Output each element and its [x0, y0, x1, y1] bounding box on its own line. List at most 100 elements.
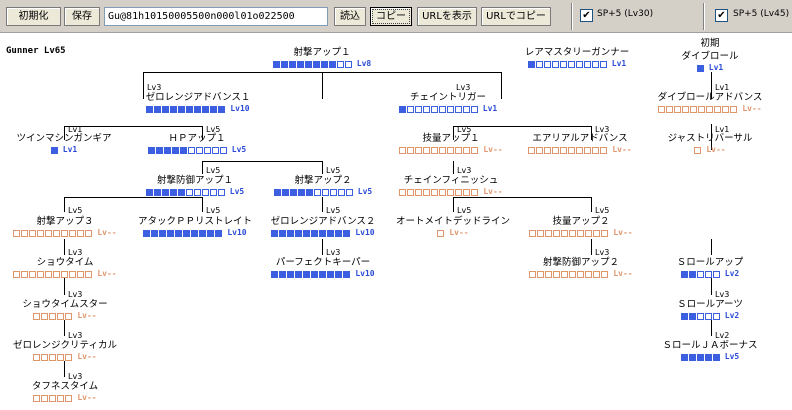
- level-square[interactable]: [431, 188, 439, 196]
- level-square[interactable]: [329, 188, 337, 196]
- level-square[interactable]: [219, 146, 227, 154]
- level-square[interactable]: [320, 60, 328, 68]
- level-square[interactable]: [203, 146, 211, 154]
- skill-level-bar[interactable]: Lv--: [386, 187, 516, 197]
- level-square[interactable]: [688, 270, 696, 278]
- level-square[interactable]: [439, 146, 447, 154]
- skill-level-bar[interactable]: Lv8: [262, 59, 382, 69]
- level-square[interactable]: [287, 229, 295, 237]
- level-square[interactable]: [65, 394, 73, 402]
- level-square[interactable]: [714, 105, 722, 113]
- level-square[interactable]: [145, 188, 153, 196]
- level-square[interactable]: [696, 312, 704, 320]
- level-square[interactable]: [29, 270, 37, 278]
- skill-level-bar[interactable]: Lv--: [0, 269, 130, 279]
- level-square[interactable]: [53, 229, 61, 237]
- level-square[interactable]: [415, 146, 423, 154]
- skill-dive-roll[interactable]: 初期 ダイブロール Lv1: [665, 37, 755, 73]
- level-square[interactable]: [593, 270, 601, 278]
- level-square[interactable]: [162, 105, 170, 113]
- level-square[interactable]: [193, 188, 201, 196]
- level-square[interactable]: [33, 394, 41, 402]
- skill-level-bar[interactable]: Lv--: [0, 352, 130, 362]
- level-square[interactable]: [171, 146, 179, 154]
- level-square[interactable]: [430, 105, 438, 113]
- level-square[interactable]: [437, 229, 445, 237]
- level-square[interactable]: [344, 60, 352, 68]
- level-square[interactable]: [682, 105, 690, 113]
- skill-level-bar[interactable]: Lv--: [0, 393, 130, 403]
- level-square[interactable]: [77, 229, 85, 237]
- skill-auto-mate-deadline[interactable]: オートメイトデッドライン Lv--: [388, 215, 518, 238]
- level-square[interactable]: [422, 105, 430, 113]
- level-square[interactable]: [211, 146, 219, 154]
- level-square[interactable]: [45, 229, 53, 237]
- level-square[interactable]: [553, 270, 561, 278]
- load-button[interactable]: 読込: [334, 7, 366, 26]
- level-square[interactable]: [345, 188, 353, 196]
- level-square[interactable]: [199, 229, 207, 237]
- level-square[interactable]: [545, 270, 553, 278]
- level-square[interactable]: [37, 229, 45, 237]
- level-square[interactable]: [706, 105, 714, 113]
- level-square[interactable]: [704, 270, 712, 278]
- level-square[interactable]: [195, 146, 203, 154]
- skill-shageki-up-1[interactable]: 射撃アップ１ Lv8: [262, 46, 382, 69]
- copy-url-button[interactable]: URLでコピー: [481, 7, 551, 26]
- level-square[interactable]: [688, 312, 696, 320]
- level-square[interactable]: [207, 229, 215, 237]
- level-square[interactable]: [704, 353, 712, 361]
- level-square[interactable]: [471, 146, 479, 154]
- level-square[interactable]: [57, 353, 65, 361]
- level-square[interactable]: [313, 188, 321, 196]
- level-square[interactable]: [154, 105, 162, 113]
- skill-dive-roll-advance[interactable]: ダイブロールアドバンス Lv--: [648, 91, 772, 114]
- skill-level-bar[interactable]: Lv10: [258, 269, 388, 279]
- level-square[interactable]: [712, 353, 720, 361]
- level-square[interactable]: [143, 229, 151, 237]
- level-square[interactable]: [304, 60, 312, 68]
- level-square[interactable]: [69, 229, 77, 237]
- skill-level-bar[interactable]: Lv--: [388, 228, 518, 238]
- level-square[interactable]: [175, 229, 183, 237]
- level-square[interactable]: [591, 60, 599, 68]
- level-square[interactable]: [37, 270, 45, 278]
- level-square[interactable]: [528, 146, 536, 154]
- level-square[interactable]: [585, 229, 593, 237]
- skill-level-bar[interactable]: Lv5: [258, 187, 388, 197]
- level-square[interactable]: [287, 270, 295, 278]
- level-square[interactable]: [321, 188, 329, 196]
- level-square[interactable]: [696, 64, 704, 72]
- skill-tech-up-1[interactable]: 技量アップ１ Lv--: [386, 132, 516, 155]
- level-square[interactable]: [77, 270, 85, 278]
- copy-button[interactable]: コピー: [370, 7, 412, 26]
- level-square[interactable]: [455, 188, 463, 196]
- skill-toughness-time[interactable]: タフネスタイム Lv--: [0, 380, 130, 403]
- level-square[interactable]: [50, 146, 58, 154]
- skill-level-bar[interactable]: Lv1: [386, 104, 510, 114]
- level-square[interactable]: [527, 60, 535, 68]
- level-square[interactable]: [328, 60, 336, 68]
- level-square[interactable]: [454, 105, 462, 113]
- skill-twin-machinegun-gear[interactable]: ツインマシンガンギア Lv1: [4, 132, 124, 155]
- level-square[interactable]: [471, 188, 479, 196]
- skill-level-bar[interactable]: Lv--: [516, 269, 646, 279]
- level-square[interactable]: [455, 146, 463, 154]
- level-square[interactable]: [194, 105, 202, 113]
- level-square[interactable]: [153, 188, 161, 196]
- level-square[interactable]: [569, 229, 577, 237]
- skill-rare-mastery-gunner[interactable]: レアマスタリーガンナー Lv1: [515, 46, 639, 69]
- level-square[interactable]: [311, 270, 319, 278]
- level-square[interactable]: [61, 270, 69, 278]
- level-square[interactable]: [553, 229, 561, 237]
- skill-level-bar[interactable]: Lv--: [516, 228, 646, 238]
- level-square[interactable]: [688, 353, 696, 361]
- level-square[interactable]: [218, 105, 226, 113]
- level-square[interactable]: [712, 270, 720, 278]
- level-square[interactable]: [406, 105, 414, 113]
- level-square[interactable]: [561, 270, 569, 278]
- level-square[interactable]: [407, 146, 415, 154]
- level-square[interactable]: [414, 105, 422, 113]
- level-square[interactable]: [544, 146, 552, 154]
- level-square[interactable]: [327, 229, 335, 237]
